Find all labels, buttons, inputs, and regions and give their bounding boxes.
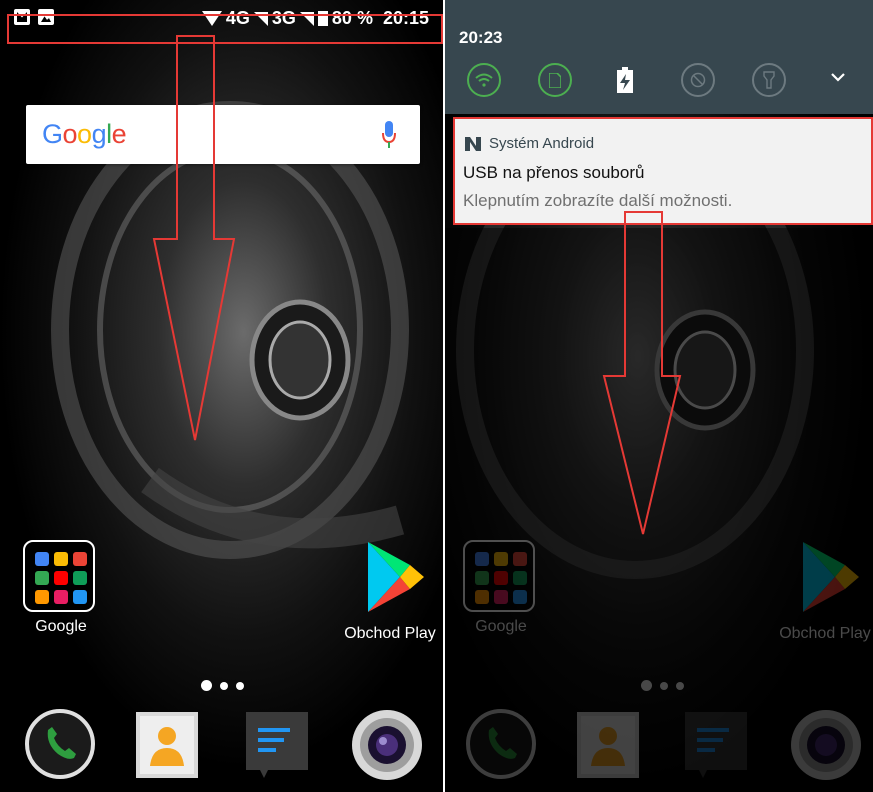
tap-down-arrow [602, 211, 682, 535]
home-screen-left: 4G 3G 80 % 20:15 Google Google Obchod Pl… [0, 0, 443, 792]
home-screen-right: Google Obchod Play 20:23 Systém Android … [445, 0, 873, 792]
swipe-down-arrow [152, 35, 236, 441]
